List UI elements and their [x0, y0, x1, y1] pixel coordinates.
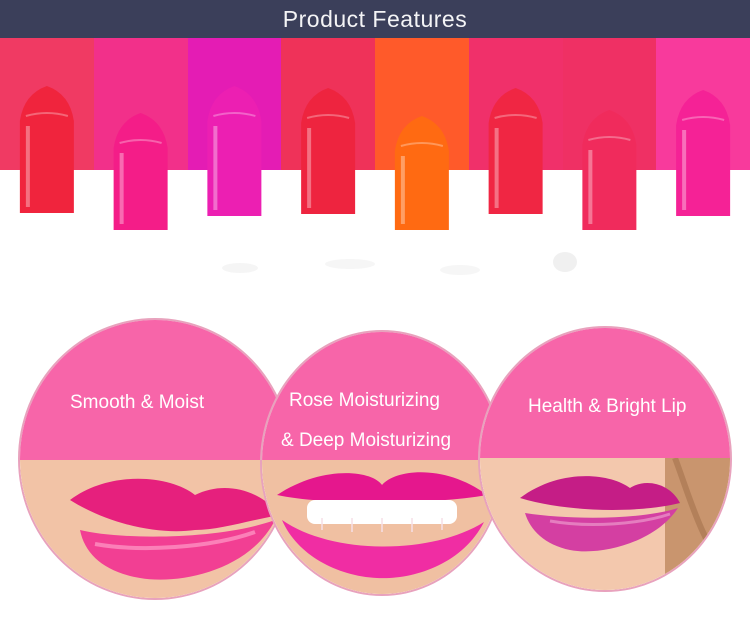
lips-illustration: [20, 460, 290, 598]
lips-illustration: [262, 460, 502, 594]
feature-bubble-header: [20, 320, 290, 460]
lips-illustration: [480, 458, 730, 590]
header-bar: Product Features: [0, 0, 750, 38]
lipstick-bullet: [113, 113, 168, 230]
lipstick-bullet: [582, 110, 637, 230]
feature-bubble-health-bright-lip: Health & Bright Lip: [478, 326, 732, 592]
lipstick-bullet: [394, 116, 449, 230]
decorative-smudges: [222, 252, 577, 275]
page-title: Product Features: [282, 5, 468, 32]
lipstick-row: [19, 86, 731, 230]
lips-photo-area: [20, 460, 290, 598]
lipstick-bullet: [301, 88, 356, 214]
product-features-banner: Product Features Smooth & Moist Rose Moi…: [0, 0, 750, 624]
lips-photo-area: [480, 458, 730, 590]
lips-photo-area: [262, 460, 502, 594]
lipstick-bullet: [19, 86, 74, 213]
feature-bubble-header: [480, 328, 730, 458]
feature-bubble-smooth-moist: Smooth & Moist: [18, 318, 292, 600]
feature-label: Health & Bright Lip: [528, 396, 687, 417]
lipstick-bullet: [488, 88, 543, 214]
feature-bubble-rose-moisturizing: Rose Moisturizing & Deep Moisturizing: [260, 330, 504, 596]
lipstick-bullet: [207, 86, 262, 216]
feature-label: Rose Moisturizing: [289, 390, 440, 411]
feature-label: Smooth & Moist: [70, 392, 205, 413]
lipstick-bullet: [676, 90, 731, 216]
feature-label-line2: & Deep Moisturizing: [281, 430, 452, 451]
